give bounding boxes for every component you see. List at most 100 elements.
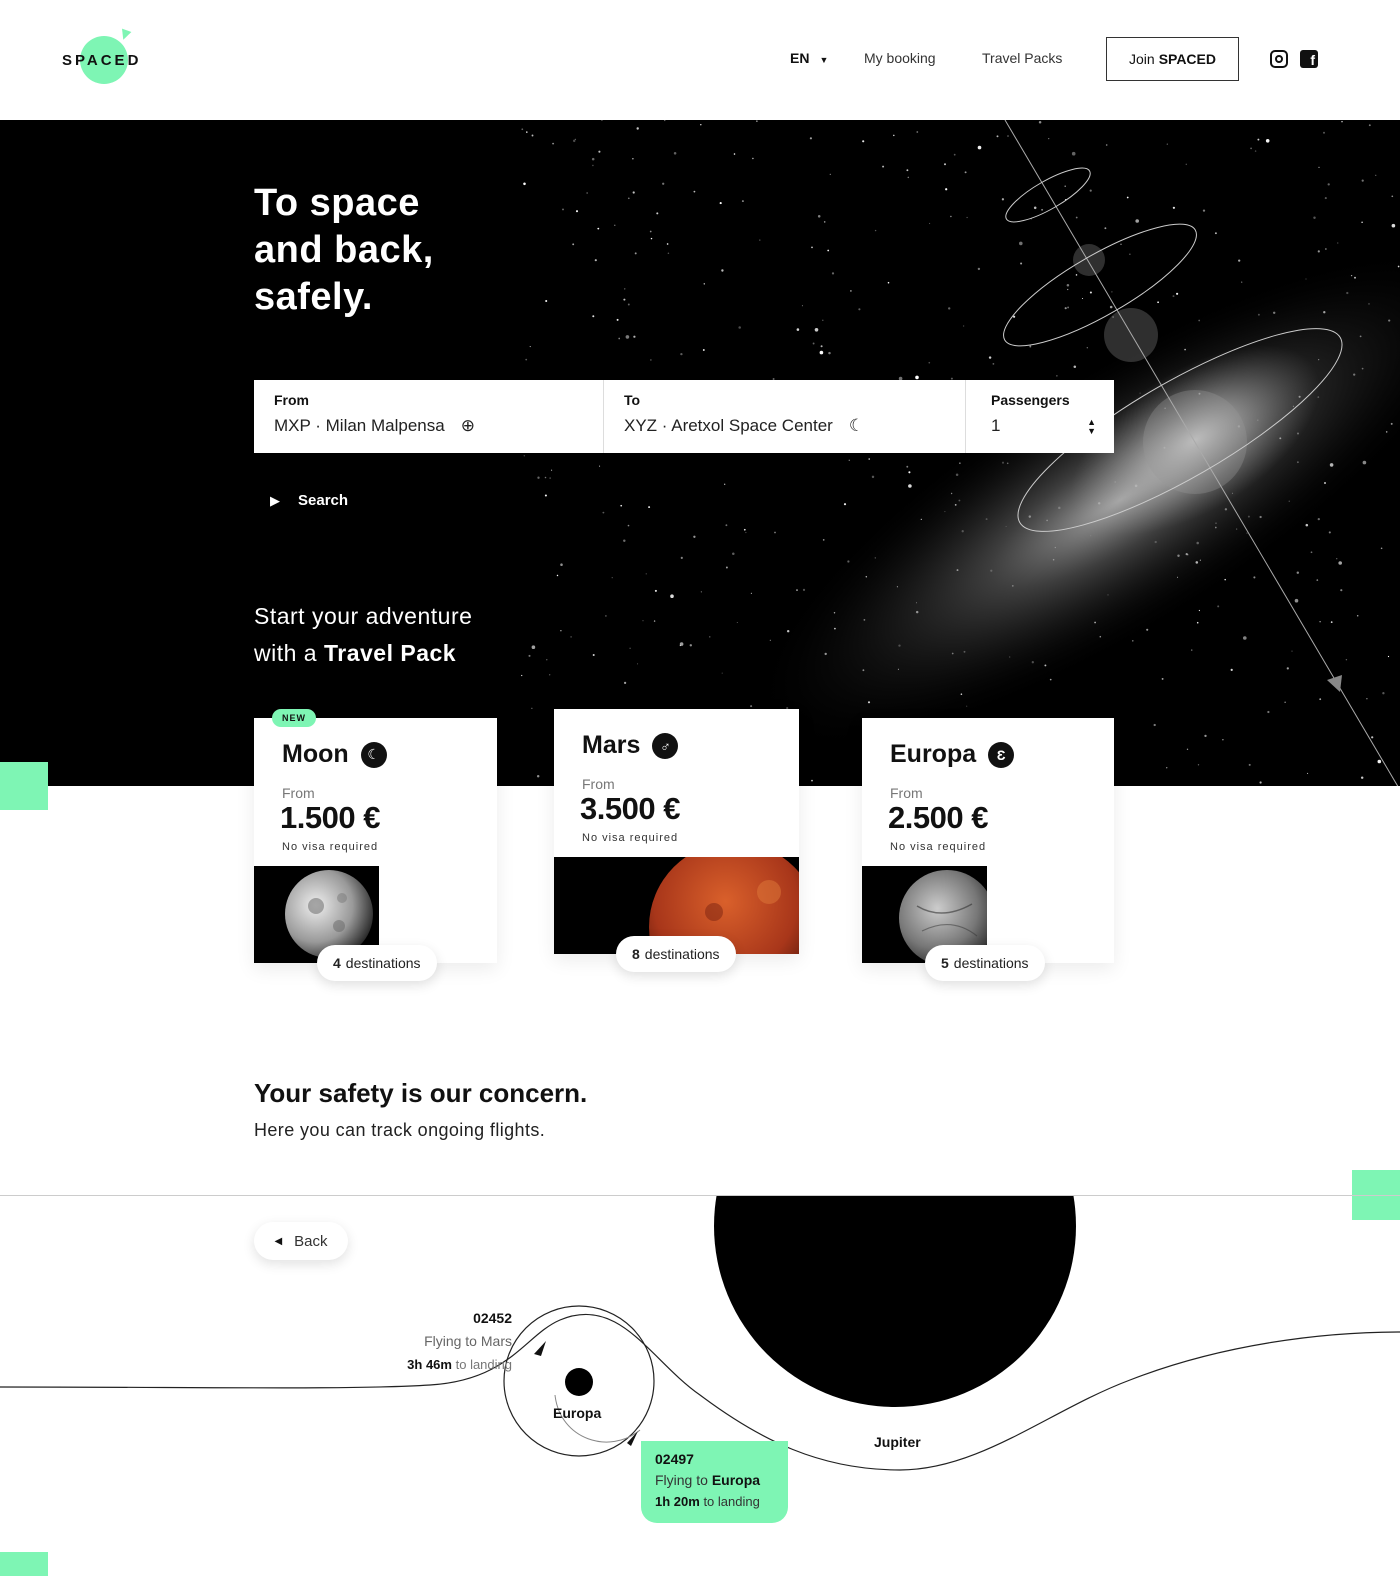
to-field[interactable]: To XYZ · Aretxol Space Center ☾	[604, 380, 966, 453]
language-selector[interactable]: EN ▼	[790, 50, 828, 66]
back-button[interactable]: ◀ Back	[254, 1222, 348, 1260]
tagline-line1: Start your adventure	[254, 603, 473, 629]
flight-card-02497[interactable]: 02497 Flying to Europa 1h 20m to landing	[641, 1441, 788, 1523]
flight-02452-marker[interactable]	[534, 1341, 546, 1356]
star	[988, 356, 992, 359]
destinations-pill[interactable]: 5 destinations	[925, 945, 1045, 981]
travel-pack-tagline: Start your adventure with a Travel Pack	[254, 598, 472, 672]
europa-moon	[565, 1368, 593, 1396]
star	[679, 644, 681, 647]
star	[625, 335, 630, 339]
star	[1324, 197, 1327, 200]
destinations-pill[interactable]: 8 destinations	[616, 936, 736, 972]
star	[1020, 262, 1023, 265]
star	[1313, 216, 1316, 220]
star	[733, 153, 736, 155]
flight-id: 02497	[655, 1451, 694, 1467]
search-form: From MXP · Milan Malpensa ⊕ To XYZ · Aret…	[254, 380, 1114, 453]
star	[611, 577, 613, 579]
star	[702, 349, 705, 351]
star	[796, 328, 800, 331]
star	[627, 303, 630, 306]
star	[1166, 143, 1168, 145]
pack-card-europa[interactable]: Europa Ɛ From 2.500 € No visa required 5d…	[862, 718, 1114, 981]
orbit-ring-1	[1005, 167, 1091, 223]
star	[1371, 736, 1374, 739]
star	[552, 142, 555, 145]
dest-label: destinations	[953, 955, 1029, 971]
star	[1041, 208, 1044, 211]
star	[756, 120, 758, 122]
star	[1075, 274, 1078, 276]
star	[680, 352, 683, 356]
star	[1153, 723, 1156, 727]
from-field[interactable]: From MXP · Milan Malpensa ⊕	[254, 380, 604, 453]
star	[597, 227, 600, 230]
dest-count: 8	[632, 946, 640, 962]
instagram-icon[interactable]	[1270, 50, 1288, 68]
star	[1111, 291, 1113, 293]
star	[809, 137, 812, 140]
flight-prefix: Flying to	[655, 1472, 708, 1488]
star	[620, 504, 623, 507]
star	[1382, 692, 1385, 695]
destinations-pill[interactable]: 4 destinations	[317, 945, 437, 981]
star	[645, 573, 647, 575]
star	[537, 476, 540, 479]
star	[906, 169, 909, 172]
star	[977, 267, 981, 271]
pack-price: 3.500 €	[580, 791, 680, 826]
pack-card-moon[interactable]: NEW Moon ☾ From 1.500 € No visa required …	[254, 709, 497, 981]
star	[1161, 677, 1164, 680]
star	[1222, 738, 1224, 741]
star	[977, 145, 982, 150]
star	[1318, 166, 1320, 169]
join-button[interactable]: Join SPACED	[1106, 37, 1239, 81]
star	[1064, 185, 1066, 187]
search-button[interactable]: ▶ Search	[270, 492, 348, 509]
star	[623, 681, 627, 685]
star	[848, 459, 851, 462]
star	[1135, 219, 1139, 223]
star	[1327, 183, 1330, 186]
star	[546, 659, 548, 661]
star	[1310, 551, 1313, 554]
facebook-icon[interactable]: f	[1300, 50, 1318, 68]
star	[992, 363, 995, 365]
star	[814, 328, 819, 332]
star	[666, 243, 669, 245]
star	[556, 574, 559, 577]
star	[829, 173, 831, 176]
star	[551, 469, 553, 471]
star	[1284, 701, 1286, 703]
from-label: From	[274, 392, 309, 408]
passengers-field[interactable]: Passengers 1 ▲ ▼	[966, 380, 1114, 453]
flight-card-02452[interactable]: 02452 Flying to Mars 3h 46m to landing	[360, 1307, 512, 1376]
star	[908, 484, 912, 488]
star	[667, 252, 670, 255]
nav-travel-packs[interactable]: Travel Packs	[982, 50, 1062, 66]
star	[752, 157, 754, 160]
pack-card-mars[interactable]: Mars ♂ From 3.500 € No visa required 8 des…	[554, 709, 799, 972]
star	[592, 315, 595, 318]
star	[1126, 196, 1129, 199]
star	[709, 636, 711, 638]
star	[1317, 250, 1320, 253]
star	[1296, 571, 1300, 574]
star	[529, 346, 531, 348]
logo[interactable]: SPACED	[62, 28, 152, 88]
star	[996, 135, 999, 138]
pack-name: Europa	[890, 740, 977, 768]
star	[1250, 147, 1252, 150]
star	[721, 269, 724, 272]
star	[732, 552, 735, 555]
stepper-arrows-icon[interactable]: ▲ ▼	[1087, 418, 1096, 436]
nav-my-booking[interactable]: My booking	[864, 50, 936, 66]
star	[724, 483, 726, 485]
star	[1064, 307, 1067, 310]
star	[680, 556, 683, 559]
star	[725, 566, 728, 569]
star	[700, 123, 702, 126]
star	[882, 165, 885, 168]
star	[1259, 781, 1262, 784]
